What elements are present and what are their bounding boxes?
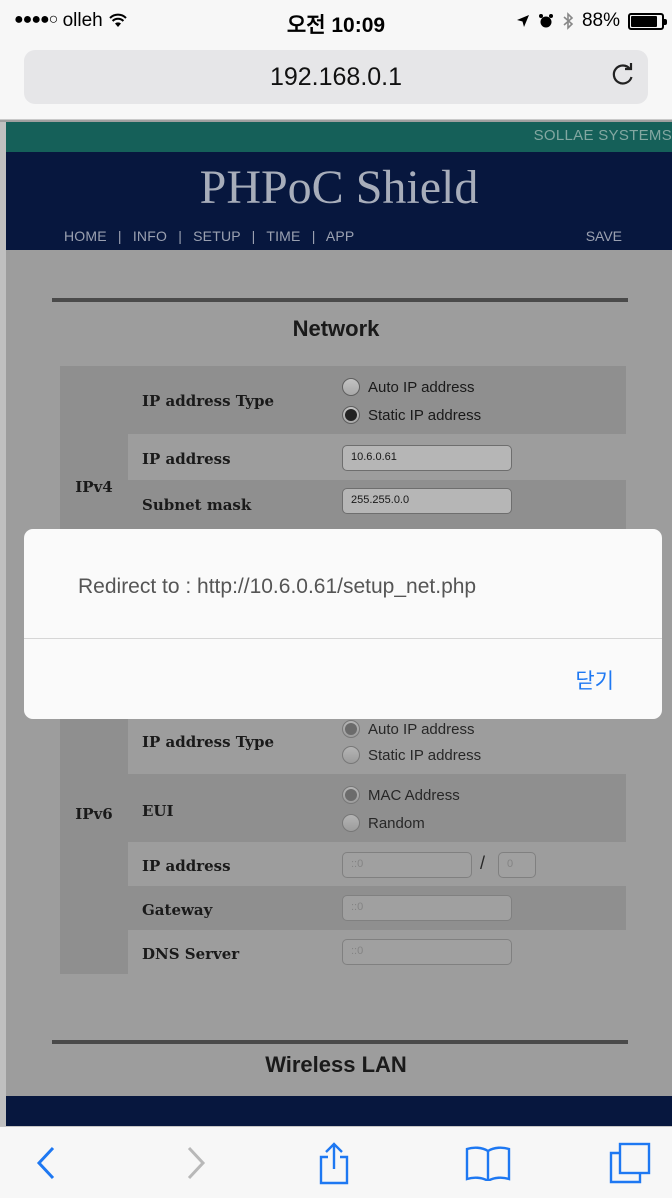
back-button[interactable] [22,1139,70,1187]
share-button[interactable] [310,1139,358,1187]
address-bar[interactable]: 192.168.0.1 [24,50,648,104]
battery-percent: 88% [581,10,620,31]
redirect-alert-dialog: Redirect to : http://10.6.0.61/setup_net… [24,529,662,719]
bookmarks-icon[interactable] [464,1145,512,1181]
location-arrow-icon [516,15,529,27]
alarm-icon [538,14,553,28]
forward-icon[interactable] [186,1146,206,1180]
alert-message: Redirect to : http://10.6.0.61/setup_net… [78,575,477,598]
tabs-button[interactable] [606,1139,654,1187]
reload-icon[interactable] [608,60,638,90]
address-bar-area: 192.168.0.1 [0,44,672,120]
back-icon[interactable] [36,1146,56,1180]
forward-button[interactable] [172,1139,220,1187]
status-bar: ●●●●○ olleh 오전 10:09 88% [0,0,672,44]
url-text[interactable]: 192.168.0.1 [24,63,648,92]
alert-divider [24,638,662,639]
alert-close-button[interactable]: 닫기 [575,665,614,695]
bluetooth-icon [563,12,574,30]
browser-toolbar [0,1126,672,1198]
tabs-icon[interactable] [608,1141,652,1185]
battery-fill [631,15,658,27]
bookmarks-button[interactable] [464,1139,512,1187]
share-icon[interactable] [317,1141,351,1185]
battery-icon [628,12,667,30]
status-indicators: 88% [516,10,667,32]
